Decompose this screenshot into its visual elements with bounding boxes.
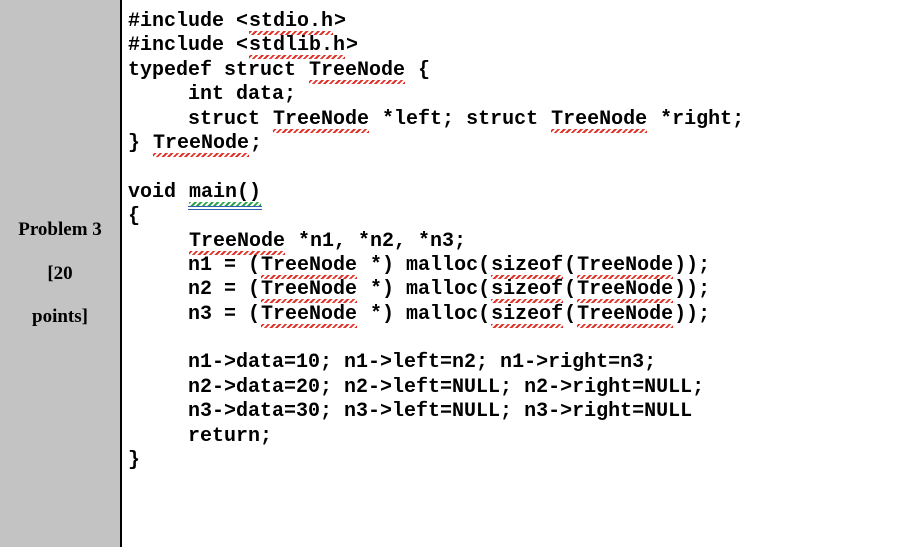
code-line: TreeNode *n1, *n2, *n3; [128,230,466,253]
code-line: n3 = (TreeNode *) malloc(sizeof(TreeNode… [128,303,710,326]
problem-title: Problem 3 [18,208,102,252]
code-line: n1->data=10; n1->left=n2; n1->right=n3; [128,351,656,374]
problem-points-open: [20 [47,252,72,296]
code-line: n2 = (TreeNode *) malloc(sizeof(TreeNode… [128,278,710,301]
code-line [128,156,140,179]
code-line: int data; [128,83,296,106]
problem-points-close: points] [32,295,88,339]
code-line: } TreeNode; [128,132,262,155]
code-line: } [128,449,140,472]
code-line: n2->data=20; n2->left=NULL; n2->right=NU… [128,376,704,399]
code-line: typedef struct TreeNode { [128,59,430,82]
code-line: { [128,205,140,228]
code-line: #include <stdio.h> [128,10,346,33]
code-line: n1 = (TreeNode *) malloc(sizeof(TreeNode… [128,254,710,277]
code-line: n3->data=30; n3->left=NULL; n3->right=NU… [128,400,692,423]
code-line [128,327,140,350]
problem-label-cell: Problem 3 [20 points] [0,0,122,547]
code-cell: #include <stdio.h> #include <stdlib.h> t… [122,0,912,547]
code-line: void main() [128,181,262,204]
code-line: return; [128,425,272,448]
code-line: struct TreeNode *left; struct TreeNode *… [128,108,744,131]
code-line: #include <stdlib.h> [128,34,358,57]
document-root: Problem 3 [20 points] #include <stdio.h>… [0,0,912,547]
